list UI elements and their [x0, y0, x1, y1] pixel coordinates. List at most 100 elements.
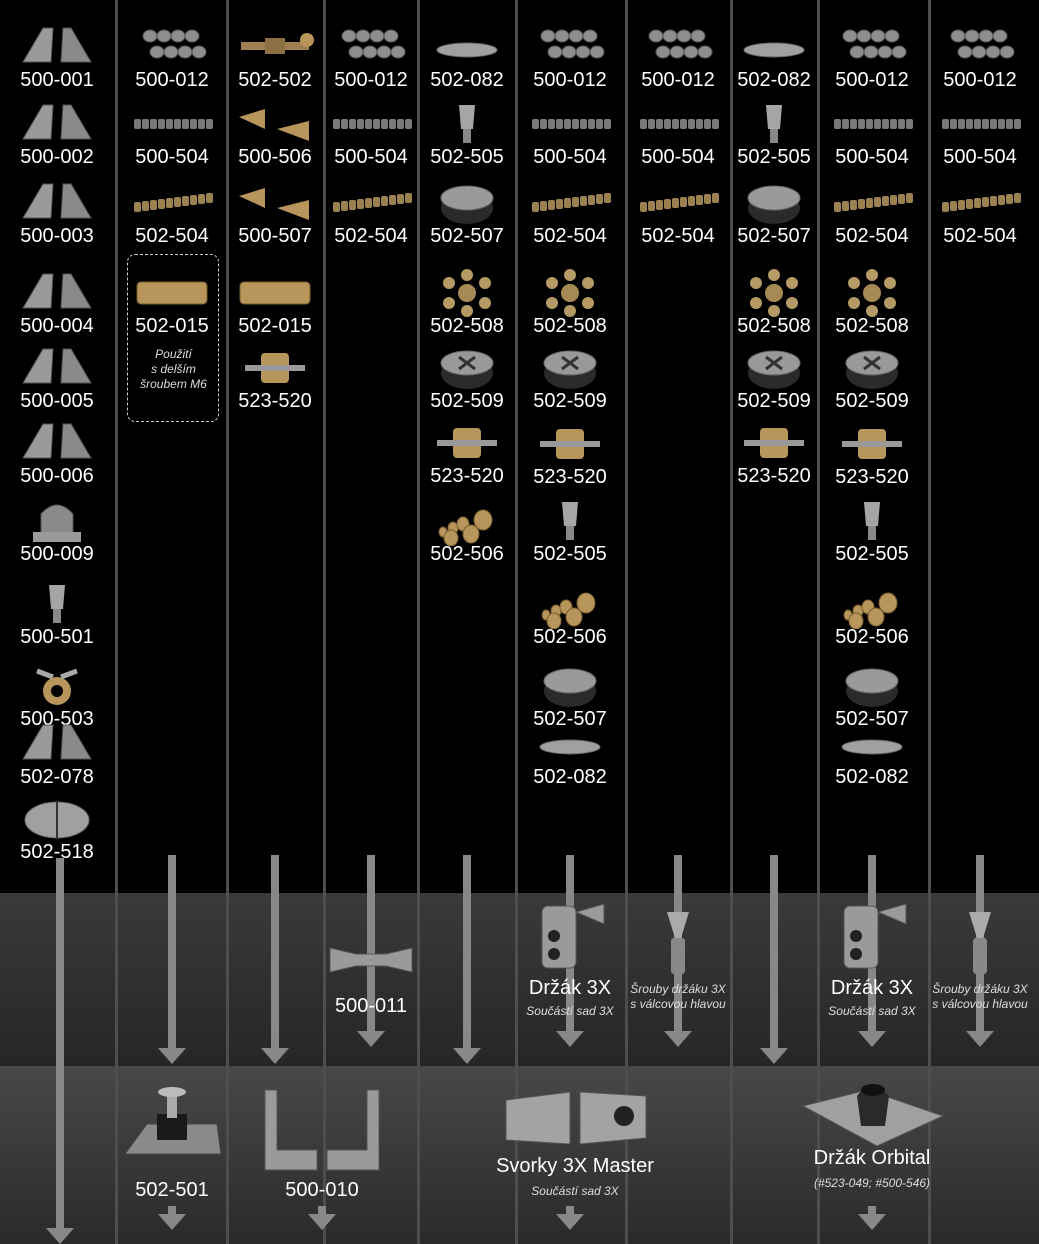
part-code: 500-012: [943, 69, 1017, 91]
part-icon: [526, 496, 614, 546]
part-code: 502-509: [430, 390, 504, 412]
part-code: 500-504: [835, 146, 909, 168]
part-code: 502-508: [430, 315, 504, 337]
part-code: 500-003: [20, 225, 94, 247]
part-icon: [13, 418, 101, 468]
holder-3x-icon: [530, 900, 610, 977]
part-code: 523-520: [238, 390, 312, 412]
part-icon: [828, 178, 916, 228]
part-icon: [828, 661, 916, 711]
part-code: 502-504: [533, 225, 607, 247]
part-code: 523-520: [430, 465, 504, 487]
bone-connector-icon: [326, 940, 416, 985]
part-icon: [327, 178, 415, 228]
product-title: 500-010: [285, 1179, 359, 1201]
part-icon: [13, 343, 101, 393]
part-code: 500-012: [533, 69, 607, 91]
part-icon: [828, 579, 916, 629]
part-icon: [327, 99, 415, 149]
part-code: 502-504: [135, 225, 209, 247]
part-icon: [13, 579, 101, 629]
part-code: 500-009: [20, 543, 94, 565]
part-code: 502-082: [533, 766, 607, 788]
part-code: 502-509: [835, 390, 909, 412]
part-code: 502-082: [835, 766, 909, 788]
usage-note: Použití s delším šroubem M6: [140, 347, 207, 391]
part-code: 500-504: [943, 146, 1017, 168]
intermediate-subtitle: Šrouby držáku 3X s válcovou hlavou: [630, 982, 726, 1011]
part-icon: [526, 719, 614, 769]
part-code: 502-507: [430, 225, 504, 247]
part-icon: [13, 178, 101, 228]
part-icon: [730, 343, 818, 393]
part-code: 502-505: [835, 543, 909, 565]
column-separator: [417, 0, 420, 1244]
holder-3x-icon: [832, 900, 912, 977]
part-icon: [423, 22, 511, 72]
part-icon: [828, 419, 916, 469]
part-icon: [828, 719, 916, 769]
part-icon: [423, 418, 511, 468]
intermediate-title: 500-011: [335, 995, 407, 1017]
part-icon: [423, 178, 511, 228]
part-code: 502-505: [533, 543, 607, 565]
part-icon: [526, 419, 614, 469]
part-code: 500-004: [20, 315, 94, 337]
part-icon: [526, 99, 614, 149]
part-icon: [526, 178, 614, 228]
part-icon: [13, 719, 101, 769]
part-icon: [423, 99, 511, 149]
part-icon: [828, 268, 916, 318]
part-code: 500-005: [20, 390, 94, 412]
part-code: 500-006: [20, 465, 94, 487]
part-code: 502-506: [835, 626, 909, 648]
part-icon: [936, 178, 1024, 228]
part-icon: [634, 99, 722, 149]
part-code: 523-520: [533, 466, 607, 488]
part-code: 502-504: [835, 225, 909, 247]
part-code: 500-001: [20, 69, 94, 91]
part-code: 500-504: [533, 146, 607, 168]
part-icon: [936, 99, 1024, 149]
part-icon: [526, 661, 614, 711]
column-separator: [323, 0, 326, 1244]
column-separator: [928, 0, 931, 1244]
part-code: 500-002: [20, 146, 94, 168]
intermediate-subtitle: Šrouby držáku 3X s válcovou hlavou: [932, 982, 1028, 1011]
part-icon: [730, 99, 818, 149]
part-icon: [128, 22, 216, 72]
part-code: 500-012: [135, 69, 209, 91]
part-code: 523-520: [835, 466, 909, 488]
part-code: 502-508: [835, 315, 909, 337]
angle-bracket-icon: [257, 1084, 387, 1189]
part-icon: [730, 178, 818, 228]
part-icon: [634, 178, 722, 228]
part-icon: [634, 22, 722, 72]
part-code: 502-506: [430, 543, 504, 565]
part-icon: [828, 343, 916, 393]
part-icon: [13, 496, 101, 546]
part-icon: [526, 22, 614, 72]
part-icon: [828, 99, 916, 149]
product-subtitle: (#523-049; #500-546): [813, 1176, 931, 1190]
part-code: 500-504: [135, 146, 209, 168]
product-title: Držák Orbital: [813, 1147, 931, 1169]
part-icon: [128, 178, 216, 228]
part-icon: [13, 794, 101, 844]
part-icon: [327, 22, 415, 72]
screw-icon: [965, 908, 995, 983]
column-separator: [226, 0, 229, 1244]
part-icon: [423, 343, 511, 393]
part-code: 502-015: [135, 315, 209, 337]
part-code: 502-505: [430, 146, 504, 168]
part-icon: [231, 343, 319, 393]
part-icon: [231, 99, 319, 149]
part-code: 502-509: [533, 390, 607, 412]
part-icon: [730, 22, 818, 72]
part-icon: [423, 268, 511, 318]
part-icon: [128, 99, 216, 149]
part-code: 502-506: [533, 626, 607, 648]
part-code: 500-012: [835, 69, 909, 91]
part-icon: [526, 579, 614, 629]
part-icon: [730, 268, 818, 318]
